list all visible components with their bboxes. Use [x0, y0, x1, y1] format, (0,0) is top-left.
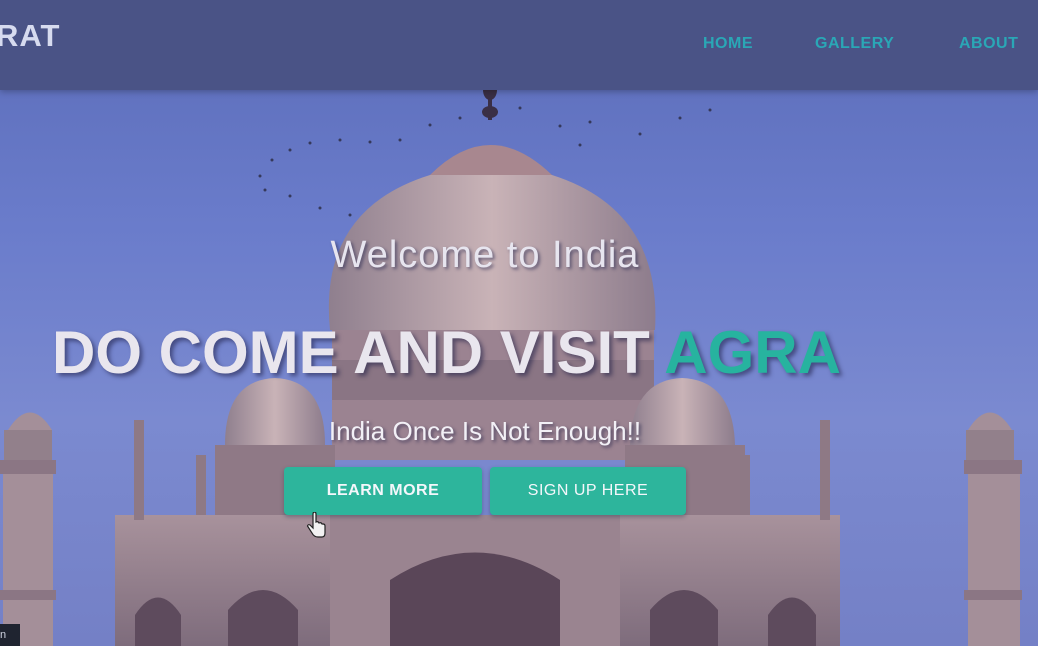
- headline-text: DO COME AND VISIT: [52, 319, 665, 386]
- mouse-pointer-icon: [306, 512, 326, 538]
- nav-link-home[interactable]: HOME: [703, 35, 753, 53]
- navbar: RAT HOME GALLERY ABOUT: [0, 0, 1038, 90]
- main-headline: DO COME AND VISIT AGRA: [52, 318, 841, 387]
- brand-logo[interactable]: RAT: [0, 18, 60, 54]
- nav-link-gallery[interactable]: GALLERY: [815, 35, 894, 53]
- taskbar-corner: n: [0, 624, 20, 646]
- nav-link-about[interactable]: ABOUT: [959, 35, 1018, 53]
- welcome-heading: Welcome to India: [330, 234, 640, 276]
- sign-up-button[interactable]: SIGN UP HERE: [490, 467, 686, 515]
- learn-more-button[interactable]: LEARN MORE: [284, 467, 482, 515]
- headline-accent: AGRA: [664, 319, 841, 386]
- tagline: India Once Is Not Enough!!: [328, 416, 642, 446]
